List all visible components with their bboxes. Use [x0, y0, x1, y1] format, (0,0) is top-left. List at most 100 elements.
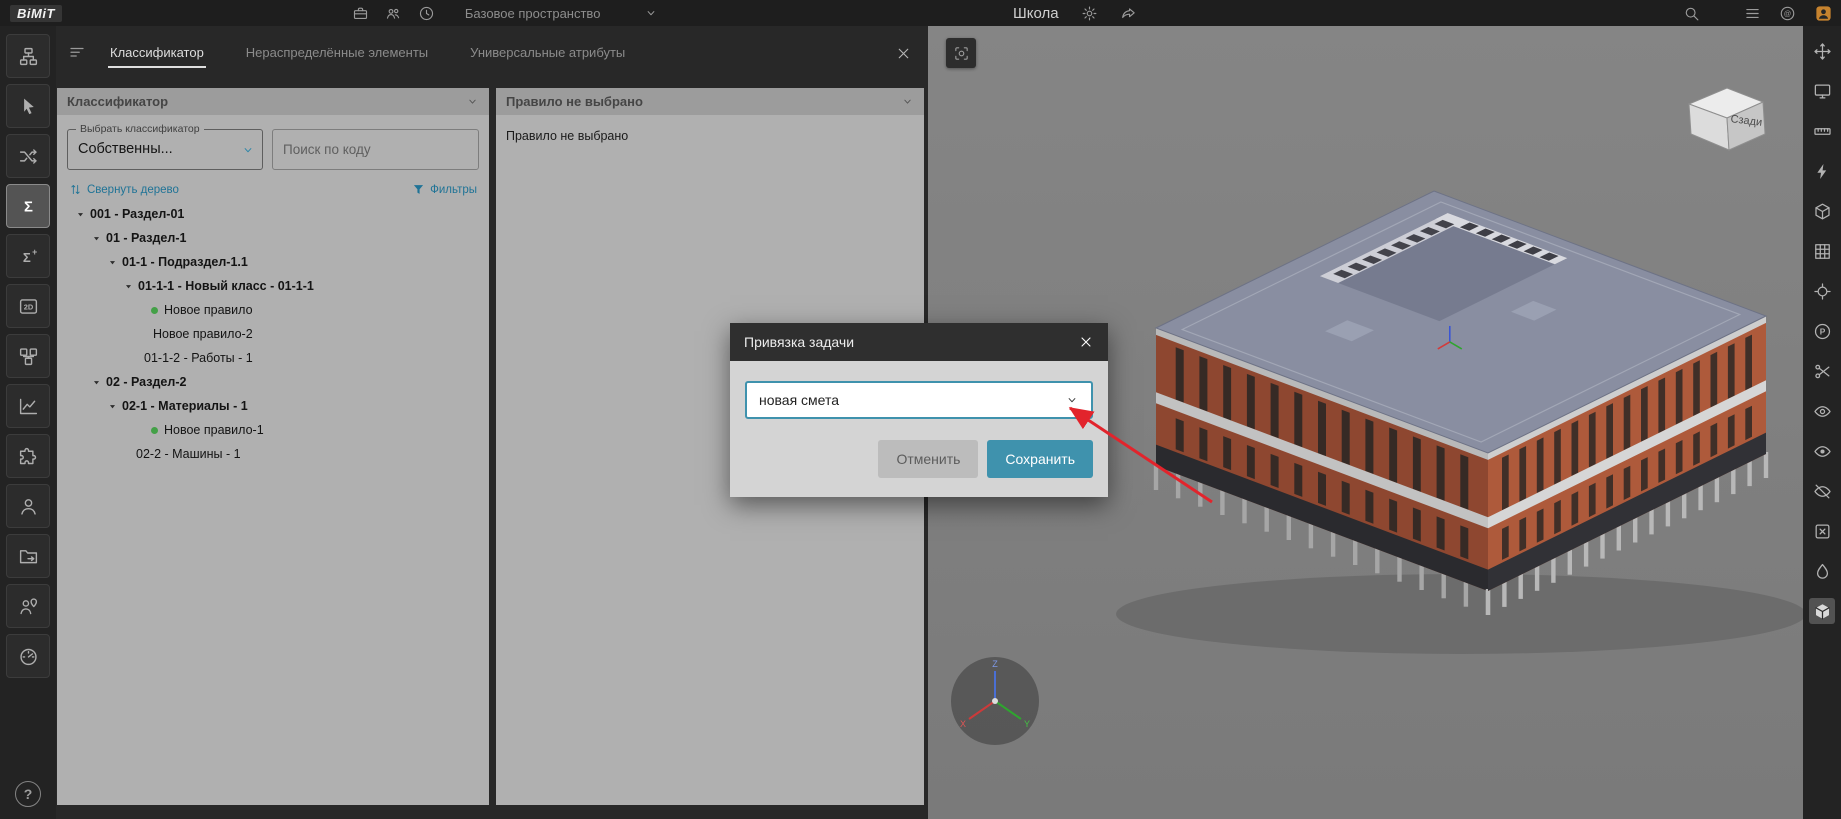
- select-tool-button[interactable]: [6, 84, 50, 128]
- tree-item[interactable]: 01-1 - Подраздел-1.1: [75, 250, 479, 274]
- caret-down-icon[interactable]: [107, 401, 122, 412]
- svg-text:@: @: [1784, 9, 1792, 18]
- tree-item[interactable]: 01-1-2 - Работы - 1: [75, 346, 479, 370]
- shared-folders-button[interactable]: [6, 534, 50, 578]
- cancel-button[interactable]: Отменить: [878, 440, 978, 478]
- classifier-panel: Классификатор Выбрать классификатор Собс…: [57, 88, 489, 805]
- task-binding-dialog: Привязка задачи новая смета Отменить Сох…: [730, 323, 1108, 497]
- model-view-button[interactable]: [1809, 598, 1835, 624]
- grid-icon: [1813, 242, 1832, 261]
- clip-button[interactable]: [1809, 358, 1835, 384]
- save-button[interactable]: Сохранить: [987, 440, 1093, 478]
- team-icon[interactable]: [385, 5, 402, 22]
- search-icon[interactable]: [1683, 5, 1700, 22]
- workspace-selector[interactable]: Базовое пространство: [465, 6, 659, 21]
- hide-elements-button[interactable]: [1809, 478, 1835, 504]
- select-cursor-icon: [18, 96, 39, 117]
- filters-link[interactable]: Фильтры: [412, 183, 477, 196]
- section-cube-button[interactable]: [1809, 198, 1835, 224]
- appearance-button[interactable]: [1809, 558, 1835, 584]
- topbar-right: @: [1683, 0, 1833, 26]
- axis-gizmo[interactable]: Z X Y: [947, 653, 1043, 749]
- dialog-header: Привязка задачи: [730, 323, 1108, 361]
- topbar-center: Школа: [1013, 0, 1137, 26]
- tree-item[interactable]: 02-2 - Машины - 1: [75, 442, 479, 466]
- tree-item[interactable]: Новое правило-2: [75, 322, 479, 346]
- user-pin-icon: [18, 596, 39, 617]
- caret-down-icon[interactable]: [91, 377, 106, 388]
- support-icon[interactable]: @: [1779, 5, 1796, 22]
- tab-2[interactable]: Нераспределённые элементы: [244, 39, 430, 68]
- caret-down-icon[interactable]: [107, 257, 122, 268]
- model-structure-button[interactable]: [6, 34, 50, 78]
- code-search-input[interactable]: [272, 129, 479, 170]
- topbar: BiMiT Базовое пространство Школа @: [0, 0, 1841, 26]
- pan-view-button[interactable]: [1809, 38, 1835, 64]
- settings-icon[interactable]: [1081, 5, 1098, 22]
- tree-item[interactable]: 02 - Раздел-2: [75, 370, 479, 394]
- quick-actions-button[interactable]: [1809, 158, 1835, 184]
- rule-panel-header[interactable]: Правило не выбрано: [496, 88, 924, 115]
- classifier-panel-header[interactable]: Классификатор: [57, 88, 489, 115]
- bolt-icon: [1813, 162, 1832, 181]
- eye-gear-icon: [1813, 402, 1832, 421]
- tree-item[interactable]: 01-1-1 - Новый класс - 01-1-1: [75, 274, 479, 298]
- tabbar: Классификатор Нераспределённые элементы Ун…: [56, 26, 928, 80]
- share-icon[interactable]: [1120, 5, 1137, 22]
- estimates-button[interactable]: Σ: [6, 184, 50, 228]
- history-icon[interactable]: [418, 5, 435, 22]
- dialog-close-button[interactable]: [1078, 334, 1094, 350]
- tree-item[interactable]: 02-1 - Материалы - 1: [75, 394, 479, 418]
- tree-item[interactable]: Новое правило-1: [75, 418, 479, 442]
- model-tree-icon: [18, 46, 39, 67]
- panel-menu-icon[interactable]: [68, 44, 86, 62]
- close-window-button[interactable]: [895, 45, 912, 62]
- dashboards-button[interactable]: [6, 634, 50, 678]
- screen-view-button[interactable]: [1809, 78, 1835, 104]
- users-button[interactable]: [6, 484, 50, 528]
- tab-3[interactable]: Универсальные атрибуты: [468, 39, 627, 68]
- measure-button[interactable]: [1809, 118, 1835, 144]
- show-elements-button[interactable]: [1809, 438, 1835, 464]
- analytics-button[interactable]: [6, 384, 50, 428]
- locate-button[interactable]: [1809, 278, 1835, 304]
- caret-down-icon[interactable]: [123, 281, 138, 292]
- relations-button[interactable]: [6, 134, 50, 178]
- menu-list-icon[interactable]: [1744, 5, 1761, 22]
- user-locations-button[interactable]: [6, 584, 50, 628]
- nav-cube[interactable]: Сзади: [1675, 78, 1775, 158]
- drawings-2d-button[interactable]: 2D: [6, 284, 50, 328]
- svg-text:2D: 2D: [23, 302, 33, 311]
- caret-down-icon[interactable]: [91, 233, 106, 244]
- tree-item[interactable]: 01 - Раздел-1: [75, 226, 479, 250]
- parking-icon: P: [1813, 322, 1832, 341]
- capture-button[interactable]: [946, 38, 976, 68]
- classifier-select-value: Собственны...: [78, 141, 236, 157]
- help-button[interactable]: ?: [15, 781, 41, 807]
- clear-selection-button[interactable]: [1809, 518, 1835, 544]
- collapse-tree-link[interactable]: Свернуть дерево: [69, 183, 179, 196]
- tree-item-label: 01-1 - Подраздел-1.1: [122, 255, 248, 269]
- axis-y-label: Y: [1024, 719, 1030, 729]
- classifier-tree: 001 - Раздел-0101 - Раздел-1 01-1 - Подра…: [67, 202, 479, 466]
- properties-button[interactable]: P: [1809, 318, 1835, 344]
- tree-item[interactable]: 001 - Раздел-01: [75, 202, 479, 226]
- projects-icon[interactable]: [352, 5, 369, 22]
- estimate-select[interactable]: новая смета: [745, 381, 1093, 419]
- classifier-select[interactable]: Выбрать классификатор Собственны...: [67, 129, 263, 170]
- chevron-down-icon: [1065, 393, 1079, 407]
- tab-1[interactable]: Классификатор: [108, 39, 206, 68]
- chevron-down-icon: [644, 6, 658, 20]
- modules-button[interactable]: [6, 334, 50, 378]
- grid-view-button[interactable]: [1809, 238, 1835, 264]
- view-options-button[interactable]: [1809, 398, 1835, 424]
- user-avatar[interactable]: [1814, 4, 1833, 23]
- tree-item[interactable]: Новое правило: [75, 298, 479, 322]
- caret-down-icon[interactable]: [75, 209, 90, 220]
- estimates-add-button[interactable]: Σ+: [6, 234, 50, 278]
- box-x-icon: [1813, 522, 1832, 541]
- chevron-down-icon: [241, 143, 255, 157]
- monitor-icon: [1813, 82, 1832, 101]
- plugins-button[interactable]: [6, 434, 50, 478]
- funnel-icon: [412, 183, 425, 196]
